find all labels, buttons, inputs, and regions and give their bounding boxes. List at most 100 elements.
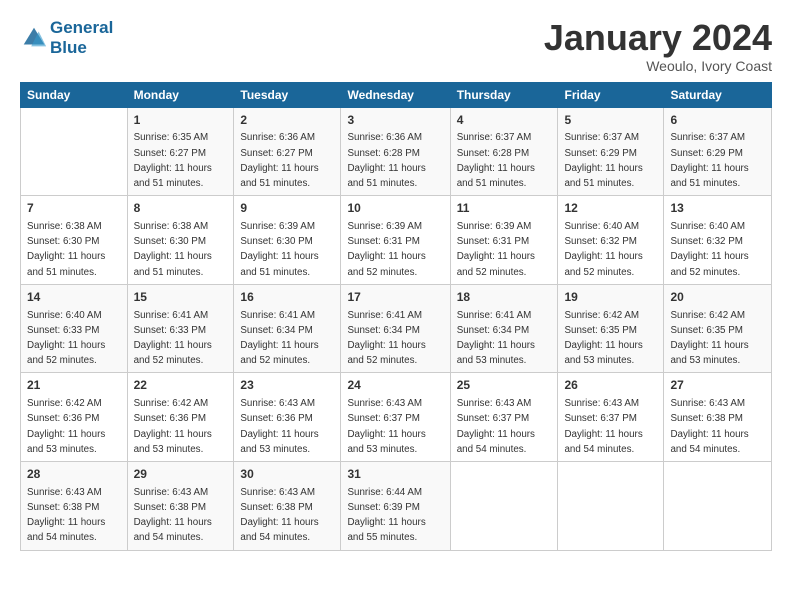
col-thursday: Thursday	[450, 82, 558, 107]
day-cell: 11 Sunrise: 6:39 AMSunset: 6:31 PMDayligh…	[450, 196, 558, 285]
day-cell: 1 Sunrise: 6:35 AMSunset: 6:27 PMDaylight…	[127, 107, 234, 196]
day-cell: 2Sunrise: 6:36 AMSunset: 6:27 PMDaylight…	[234, 107, 341, 196]
logo-blue: Blue	[50, 38, 87, 57]
day-cell: 20Sunrise: 6:42 AMSunset: 6:35 PMDayligh…	[664, 284, 772, 373]
day-number: 12	[564, 200, 657, 217]
day-cell	[450, 462, 558, 551]
day-number: 18	[457, 289, 552, 306]
day-number: 23	[240, 377, 334, 394]
day-info: Sunrise: 6:40 AMSunset: 6:33 PMDaylight:…	[27, 310, 105, 367]
day-number: 3	[347, 112, 443, 129]
day-info: Sunrise: 6:38 AMSunset: 6:30 PMDaylight:…	[134, 221, 212, 278]
day-info: Sunrise: 6:43 AMSunset: 6:38 PMDaylight:…	[27, 487, 105, 544]
logo-icon	[20, 24, 48, 52]
day-info: Sunrise: 6:42 AMSunset: 6:36 PMDaylight:…	[134, 398, 212, 455]
day-cell: 27 Sunrise: 6:43 AMSunset: 6:38 PMDayligh…	[664, 373, 772, 462]
day-number: 27	[670, 377, 765, 394]
day-cell: 26 Sunrise: 6:43 AMSunset: 6:37 PMDayligh…	[558, 373, 664, 462]
week-row-2: 7 Sunrise: 6:38 AMSunset: 6:30 PMDaylight…	[21, 196, 772, 285]
day-info: Sunrise: 6:42 AMSunset: 6:36 PMDaylight:…	[27, 398, 105, 455]
day-info: Sunrise: 6:37 AMSunset: 6:28 PMDaylight:…	[457, 132, 535, 189]
day-number: 7	[27, 200, 121, 217]
day-info: Sunrise: 6:41 AMSunset: 6:33 PMDaylight:…	[134, 310, 212, 367]
day-cell: 10Sunrise: 6:39 AMSunset: 6:31 PMDayligh…	[341, 196, 450, 285]
day-cell: 7Sunrise: 6:38 AMSunset: 6:30 PMDaylight…	[21, 196, 128, 285]
day-number: 20	[670, 289, 765, 306]
day-cell: 23 Sunrise: 6:43 AMSunset: 6:36 PMDayligh…	[234, 373, 341, 462]
day-number: 19	[564, 289, 657, 306]
day-cell	[558, 462, 664, 551]
day-number: 30	[240, 466, 334, 483]
day-cell: 9 Sunrise: 6:39 AMSunset: 6:30 PMDaylight…	[234, 196, 341, 285]
day-number: 11	[457, 200, 552, 217]
day-cell: 17 Sunrise: 6:41 AMSunset: 6:34 PMDayligh…	[341, 284, 450, 373]
day-info: Sunrise: 6:42 AMSunset: 6:35 PMDaylight:…	[564, 310, 642, 367]
day-number: 6	[670, 112, 765, 129]
day-cell: 8Sunrise: 6:38 AMSunset: 6:30 PMDaylight…	[127, 196, 234, 285]
day-info: Sunrise: 6:41 AMSunset: 6:34 PMDaylight:…	[240, 310, 318, 367]
calendar-table: Sunday Monday Tuesday Wednesday Thursday…	[20, 82, 772, 551]
col-tuesday: Tuesday	[234, 82, 341, 107]
day-number: 5	[564, 112, 657, 129]
day-number: 26	[564, 377, 657, 394]
week-row-4: 21 Sunrise: 6:42 AMSunset: 6:36 PMDayligh…	[21, 373, 772, 462]
day-number: 1	[134, 112, 228, 129]
col-sunday: Sunday	[21, 82, 128, 107]
day-cell: 14 Sunrise: 6:40 AMSunset: 6:33 PMDayligh…	[21, 284, 128, 373]
day-cell: 24 Sunrise: 6:43 AMSunset: 6:37 PMDayligh…	[341, 373, 450, 462]
day-cell: 18 Sunrise: 6:41 AMSunset: 6:34 PMDayligh…	[450, 284, 558, 373]
day-cell: 25Sunrise: 6:43 AMSunset: 6:37 PMDayligh…	[450, 373, 558, 462]
day-cell: 21 Sunrise: 6:42 AMSunset: 6:36 PMDayligh…	[21, 373, 128, 462]
day-cell: 5Sunrise: 6:37 AMSunset: 6:29 PMDaylight…	[558, 107, 664, 196]
day-number: 24	[347, 377, 443, 394]
day-cell: 4 Sunrise: 6:37 AMSunset: 6:28 PMDaylight…	[450, 107, 558, 196]
col-monday: Monday	[127, 82, 234, 107]
day-number: 17	[347, 289, 443, 306]
day-info: Sunrise: 6:43 AMSunset: 6:37 PMDaylight:…	[564, 398, 642, 455]
day-number: 28	[27, 466, 121, 483]
header-row: Sunday Monday Tuesday Wednesday Thursday…	[21, 82, 772, 107]
day-info: Sunrise: 6:41 AMSunset: 6:34 PMDaylight:…	[347, 310, 425, 367]
logo-general: General	[50, 18, 113, 37]
week-row-5: 28 Sunrise: 6:43 AMSunset: 6:38 PMDayligh…	[21, 462, 772, 551]
day-cell	[21, 107, 128, 196]
title-block: January 2024 Weoulo, Ivory Coast	[544, 18, 772, 74]
day-info: Sunrise: 6:40 AMSunset: 6:32 PMDaylight:…	[564, 221, 642, 278]
col-friday: Friday	[558, 82, 664, 107]
day-info: Sunrise: 6:36 AMSunset: 6:28 PMDaylight:…	[347, 132, 425, 189]
col-saturday: Saturday	[664, 82, 772, 107]
day-number: 4	[457, 112, 552, 129]
day-number: 13	[670, 200, 765, 217]
day-info: Sunrise: 6:39 AMSunset: 6:31 PMDaylight:…	[457, 221, 535, 278]
day-cell: 15 Sunrise: 6:41 AMSunset: 6:33 PMDayligh…	[127, 284, 234, 373]
day-cell: 29Sunrise: 6:43 AMSunset: 6:38 PMDayligh…	[127, 462, 234, 551]
day-cell: 13Sunrise: 6:40 AMSunset: 6:32 PMDayligh…	[664, 196, 772, 285]
day-number: 9	[240, 200, 334, 217]
day-number: 15	[134, 289, 228, 306]
location: Weoulo, Ivory Coast	[544, 58, 772, 74]
header: General Blue January 2024 Weoulo, Ivory …	[20, 18, 772, 74]
day-cell	[664, 462, 772, 551]
day-number: 31	[347, 466, 443, 483]
day-info: Sunrise: 6:43 AMSunset: 6:38 PMDaylight:…	[670, 398, 748, 455]
day-cell: 30Sunrise: 6:43 AMSunset: 6:38 PMDayligh…	[234, 462, 341, 551]
day-info: Sunrise: 6:35 AMSunset: 6:27 PMDaylight:…	[134, 132, 212, 189]
day-number: 21	[27, 377, 121, 394]
day-info: Sunrise: 6:43 AMSunset: 6:36 PMDaylight:…	[240, 398, 318, 455]
logo: General Blue	[20, 18, 113, 57]
day-cell: 6Sunrise: 6:37 AMSunset: 6:29 PMDaylight…	[664, 107, 772, 196]
day-number: 16	[240, 289, 334, 306]
day-cell: 16 Sunrise: 6:41 AMSunset: 6:34 PMDayligh…	[234, 284, 341, 373]
day-number: 22	[134, 377, 228, 394]
day-cell: 3 Sunrise: 6:36 AMSunset: 6:28 PMDaylight…	[341, 107, 450, 196]
day-info: Sunrise: 6:36 AMSunset: 6:27 PMDaylight:…	[240, 132, 318, 189]
day-info: Sunrise: 6:39 AMSunset: 6:30 PMDaylight:…	[240, 221, 318, 278]
day-info: Sunrise: 6:39 AMSunset: 6:31 PMDaylight:…	[347, 221, 425, 278]
day-info: Sunrise: 6:43 AMSunset: 6:37 PMDaylight:…	[347, 398, 425, 455]
day-cell: 12 Sunrise: 6:40 AMSunset: 6:32 PMDayligh…	[558, 196, 664, 285]
day-number: 14	[27, 289, 121, 306]
day-info: Sunrise: 6:41 AMSunset: 6:34 PMDaylight:…	[457, 310, 535, 367]
week-row-3: 14 Sunrise: 6:40 AMSunset: 6:33 PMDayligh…	[21, 284, 772, 373]
day-number: 29	[134, 466, 228, 483]
month-title: January 2024	[544, 18, 772, 58]
